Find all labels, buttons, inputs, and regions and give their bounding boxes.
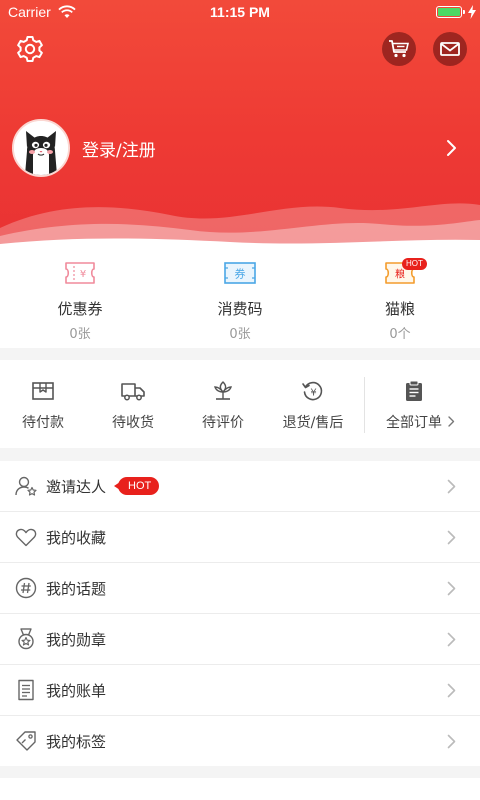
settings-button[interactable]	[14, 33, 46, 65]
assets-panel: ¥ 优惠券 0张 券 消费码 0张 粮 猫粮 0个 HOT	[0, 250, 480, 348]
profile-header: Carrier 11:15 PM 登录/注册	[0, 0, 480, 250]
refund-icon: ¥	[302, 381, 323, 401]
chevron-right-icon	[447, 683, 456, 698]
battery-icon	[436, 6, 465, 18]
voucher-code-label: 消费码	[217, 300, 263, 318]
svg-text:¥: ¥	[80, 269, 86, 280]
coupon-item[interactable]: ¥ 优惠券 0张	[0, 250, 160, 348]
all-orders-button[interactable]: 全部订单	[366, 360, 480, 448]
voucher-code-icon: 券	[224, 262, 256, 284]
orders-panel: 待付款 待收货 待评价 ¥ 退货/售后 全部订单	[0, 360, 480, 448]
menu-label-topics: 我的话题	[46, 580, 107, 598]
battery-cap	[463, 10, 465, 14]
voucher-code-count: 0张	[229, 327, 251, 342]
svg-text:¥: ¥	[310, 388, 316, 399]
menu-item-favorites[interactable]: 我的收藏	[0, 512, 480, 563]
orders-divider	[364, 377, 365, 433]
chevron-right-icon	[447, 581, 456, 596]
cat-food-hot-badge: HOT	[402, 258, 427, 270]
coupon-label: 优惠券	[57, 300, 103, 318]
mail-icon	[440, 42, 460, 56]
cart-button[interactable]	[382, 32, 416, 66]
menu-item-invite-expert[interactable]: 邀请达人 HOT	[0, 461, 480, 512]
cat-food-icon-text: 粮	[395, 268, 405, 281]
coupon-count: 0张	[69, 327, 91, 342]
status-time: 11:15 PM	[210, 4, 270, 20]
refund-aftersale-button[interactable]: ¥ 退货/售后	[270, 360, 356, 448]
voucher-code-icon-text: 券	[235, 267, 246, 281]
cat-food-item[interactable]: 粮 猫粮 0个	[320, 250, 480, 348]
avatar[interactable]	[12, 119, 70, 177]
cat-avatar-icon	[14, 121, 68, 175]
battery-level-fill	[438, 8, 460, 16]
tag-icon	[16, 731, 36, 751]
menu-label-medals: 我的勋章	[46, 631, 107, 649]
coupon-icon: ¥	[65, 262, 95, 284]
menu-item-topics[interactable]: 我的话题	[0, 563, 480, 614]
profile-screen: Carrier 11:15 PM 登录/注册 ¥ 优惠券 0张 券 消费码 0张…	[0, 0, 480, 800]
pending-review-button[interactable]: 待评价	[180, 360, 266, 448]
login-row[interactable]: 登录/注册	[12, 119, 468, 177]
charging-bolt-icon	[468, 5, 476, 19]
chevron-right-icon	[447, 479, 456, 494]
message-button[interactable]	[433, 32, 467, 66]
all-orders-label: 全部订单	[386, 415, 442, 431]
chevron-right-icon	[447, 140, 456, 156]
heart-icon	[15, 528, 37, 547]
wallet-icon	[32, 382, 54, 400]
menu-label-tags: 我的标签	[46, 733, 107, 751]
pending-review-label: 待评价	[202, 415, 244, 431]
truck-icon	[121, 383, 145, 401]
more-section	[0, 778, 480, 800]
cart-icon	[389, 40, 410, 58]
login-register-link[interactable]: 登录/注册	[82, 136, 156, 161]
menu-list: 邀请达人 HOT 我的收藏 我的话题 我的勋章 我的账单 我的标签	[0, 461, 480, 766]
hashtag-icon	[15, 577, 37, 599]
voucher-code-item[interactable]: 券 消费码 0张	[160, 250, 320, 348]
pending-delivery-label: 待收货	[112, 415, 154, 431]
pending-delivery-button[interactable]: 待收货	[90, 360, 176, 448]
chevron-right-icon	[447, 632, 456, 647]
pending-payment-button[interactable]: 待付款	[0, 360, 86, 448]
clipboard-icon	[406, 380, 422, 401]
chevron-right-icon	[447, 734, 456, 749]
menu-item-bills[interactable]: 我的账单	[0, 665, 480, 716]
medal-icon	[18, 628, 34, 650]
cat-food-label: 猫粮	[384, 300, 415, 318]
refund-aftersale-label: 退货/售后	[282, 415, 344, 431]
menu-item-tags[interactable]: 我的标签	[0, 716, 480, 767]
pending-payment-label: 待付款	[22, 415, 64, 431]
menu-label-bills: 我的账单	[46, 682, 107, 700]
rating-icon	[214, 381, 232, 400]
cat-food-count: 0个	[389, 327, 411, 342]
menu-label-favorites: 我的收藏	[46, 529, 107, 547]
invite-user-icon	[15, 476, 37, 496]
menu-label-invite-expert: 邀请达人	[46, 478, 107, 496]
menu-item-medals[interactable]: 我的勋章	[0, 614, 480, 665]
hot-badge: HOT	[113, 477, 160, 495]
chevron-right-icon	[447, 530, 456, 545]
gear-icon	[17, 36, 43, 62]
bill-icon	[18, 679, 34, 701]
status-bar: Carrier 11:15 PM	[0, 0, 480, 24]
chevron-right-icon	[448, 416, 455, 427]
